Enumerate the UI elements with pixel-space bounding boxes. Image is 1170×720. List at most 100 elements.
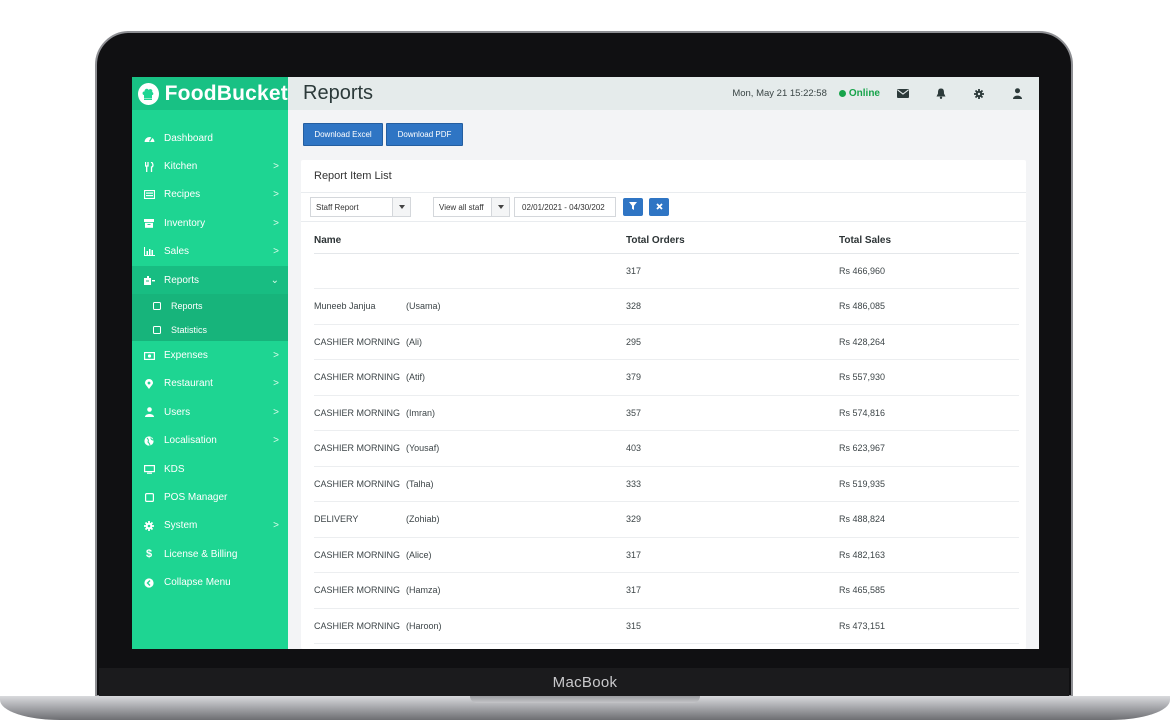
- chevron-right-icon: >: [273, 350, 279, 362]
- staff-name: CASHIER MORNING: [314, 443, 401, 454]
- table-row[interactable]: CASHIER MORNING (Talha) 333 Rs 519,935: [314, 466, 1019, 502]
- total-sales-cell: Rs 428,264: [839, 324, 1019, 360]
- sidebar-item-label: Kitchen: [164, 161, 198, 173]
- column-header-total-sales[interactable]: Total Sales: [839, 228, 1019, 254]
- total-orders-cell: 317: [626, 253, 839, 289]
- table-row[interactable]: CASHIER MORNING (Alice) 317 Rs 482,163: [314, 537, 1019, 573]
- chevron-down-icon: ⌄: [270, 274, 279, 286]
- total-orders-cell: 328: [626, 288, 839, 325]
- table-row[interactable]: CASHIER MORNING (Hamza) 317 Rs 465,585: [314, 572, 1019, 609]
- total-orders-cell: 317: [626, 572, 839, 609]
- staff-alias: (Yousaf): [406, 443, 440, 454]
- staff-alias: (Hamza): [406, 585, 441, 596]
- location-pin-icon: [143, 378, 155, 389]
- date-range-input[interactable]: 02/01/2021 - 04/30/202: [514, 197, 616, 217]
- total-sales-cell: Rs 623,967: [839, 430, 1019, 467]
- divider: [301, 221, 1026, 222]
- sidebar-item-inventory[interactable]: Inventory >: [132, 209, 288, 237]
- sidebar-item-kitchen[interactable]: Kitchen >: [132, 152, 288, 180]
- app-logo[interactable]: FoodBucket: [132, 77, 288, 110]
- inventory-icon: [143, 218, 155, 228]
- total-orders-cell: 317: [626, 537, 839, 573]
- sidebar-item-kds[interactable]: KDS: [132, 455, 288, 483]
- total-orders-cell: 403: [626, 430, 839, 467]
- chevron-right-icon: >: [273, 378, 279, 390]
- globe-icon: [143, 436, 155, 446]
- sidebar-item-restaurant[interactable]: Restaurant >: [132, 370, 288, 398]
- laptop-notch: [470, 696, 700, 703]
- table-row[interactable]: DELIVERY (Zohiab) 329 Rs 488,824: [314, 501, 1019, 538]
- device-brand-label: MacBook: [552, 674, 618, 691]
- chef-hat-icon: [138, 82, 159, 105]
- table-row[interactable]: CASHIER MORNING (Imran) 357 Rs 574,816: [314, 395, 1019, 431]
- report-card: Report Item List Staff Report View all s…: [301, 160, 1026, 649]
- total-sales-cell: Rs 574,816: [839, 395, 1019, 431]
- sidebar-item-recipes[interactable]: Recipes >: [132, 181, 288, 209]
- sidebar-item-expenses[interactable]: Expenses >: [132, 341, 288, 369]
- page-title: Reports: [303, 82, 374, 104]
- envelope-icon[interactable]: [896, 88, 910, 100]
- report-type-select[interactable]: Staff Report: [310, 197, 411, 217]
- recipes-icon: [143, 190, 155, 200]
- column-header-name[interactable]: Name: [314, 228, 626, 254]
- total-orders-cell: 357: [626, 395, 839, 431]
- divider: [301, 192, 1026, 193]
- top-bar: Reports Mon, May 21 15:22:58 Online: [288, 77, 1039, 110]
- report-table: Name Total Orders Total Sales 317 Rs 466…: [314, 228, 1019, 644]
- sales-chart-icon: [143, 247, 155, 257]
- current-datetime: Mon, May 21 15:22:58: [732, 88, 827, 99]
- submenu-item-reports[interactable]: Reports: [132, 294, 288, 318]
- total-sales-cell: Rs 466,960: [839, 253, 1019, 289]
- reports-icon: [143, 275, 155, 285]
- bell-icon[interactable]: [934, 88, 948, 100]
- download-pdf-button[interactable]: Download PDF: [386, 123, 463, 146]
- table-row[interactable]: CASHIER MORNING (Yousaf) 403 Rs 623,967: [314, 430, 1019, 467]
- apply-filter-button[interactable]: [623, 198, 643, 216]
- table-row[interactable]: CASHIER MORNING (Atif) 379 Rs 557,930: [314, 359, 1019, 396]
- sidebar-item-label: Sales: [164, 246, 190, 258]
- table-row[interactable]: Muneeb Janjua (Usama) 328 Rs 486,085: [314, 288, 1019, 325]
- table-row[interactable]: CASHIER MORNING (Haroon) 315 Rs 473,151: [314, 608, 1019, 644]
- sidebar-item-system[interactable]: System >: [132, 512, 288, 540]
- staff-alias: (Ali): [406, 336, 422, 347]
- staff-alias: (Usama): [406, 301, 441, 312]
- chevron-right-icon: >: [273, 161, 279, 173]
- user-icon[interactable]: [1010, 88, 1024, 100]
- staff-filter-select[interactable]: View all staff: [433, 197, 510, 217]
- caret-down-icon: [491, 198, 509, 216]
- total-sales-cell: Rs 473,151: [839, 608, 1019, 644]
- sidebar-item-collapse-menu[interactable]: Collapse Menu: [132, 568, 288, 596]
- staff-filter-value: View all staff: [439, 202, 484, 212]
- staff-alias: (Alice): [406, 549, 432, 560]
- sidebar-item-sales[interactable]: Sales >: [132, 238, 288, 266]
- kitchen-icon: [143, 161, 155, 172]
- download-excel-button[interactable]: Download Excel: [303, 123, 383, 146]
- staff-alias: (Zohiab): [406, 514, 440, 525]
- sidebar-item-reports[interactable]: Reports ⌄: [132, 265, 288, 295]
- sidebar-item-label: Inventory: [164, 217, 206, 229]
- clear-filter-button[interactable]: [649, 198, 669, 216]
- submenu-item-label: Statistics: [171, 324, 208, 335]
- staff-name: CASHIER MORNING: [314, 336, 401, 347]
- staff-name: CASHIER MORNING: [314, 372, 401, 383]
- monitor-icon: [143, 464, 155, 474]
- sidebar-item-pos-manager[interactable]: POS Manager: [132, 483, 288, 511]
- total-sales-cell: Rs 482,163: [839, 537, 1019, 573]
- sidebar-item-label: POS Manager: [164, 491, 228, 503]
- table-row[interactable]: 317 Rs 466,960: [314, 253, 1019, 289]
- sidebar-item-license-billing[interactable]: $ License & Billing: [132, 540, 288, 568]
- submenu-item-statistics[interactable]: Statistics: [132, 318, 288, 342]
- staff-name: CASHIER MORNING: [314, 620, 401, 631]
- staff-alias: (Talha): [406, 478, 434, 489]
- report-type-value: Staff Report: [316, 202, 359, 212]
- chevron-right-icon: >: [273, 246, 279, 258]
- square-icon: [153, 302, 161, 311]
- gear-icon: [143, 520, 155, 531]
- sidebar-item-dashboard[interactable]: Dashboard: [132, 124, 288, 152]
- gear-icon[interactable]: [972, 88, 986, 100]
- close-icon: [655, 202, 663, 212]
- sidebar-item-users[interactable]: Users >: [132, 398, 288, 426]
- column-header-total-orders[interactable]: Total Orders: [626, 228, 839, 254]
- table-row[interactable]: CASHIER MORNING (Ali) 295 Rs 428,264: [314, 324, 1019, 360]
- sidebar-item-localisation[interactable]: Localisation >: [132, 427, 288, 455]
